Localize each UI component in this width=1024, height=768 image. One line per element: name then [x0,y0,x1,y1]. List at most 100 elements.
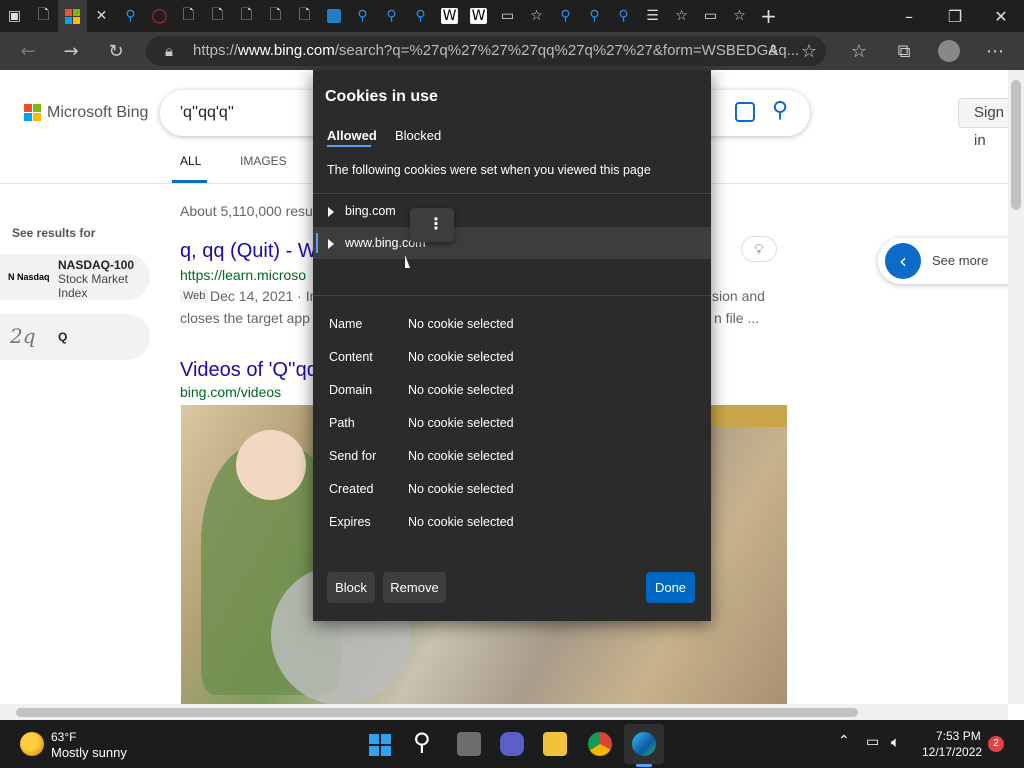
divider [313,295,711,296]
lightbulb-icon[interactable]: 💡︎ [741,236,777,262]
done-button[interactable]: Done [646,572,695,603]
tab-allowed[interactable]: Allowed [327,128,377,143]
search-icon[interactable]: ⚲ [772,98,788,123]
vertical-scroll-thumb[interactable] [1011,80,1021,210]
tab-search-7[interactable]: ⚲ [609,0,638,32]
result1-snippet-right1: sion and [712,288,765,304]
more-options-button[interactable]: ⋮ [410,208,454,242]
restore-button[interactable]: ❐ [932,0,978,32]
see-more-button[interactable]: ‹ See more [878,238,1008,284]
weather-desc[interactable]: Mostly sunny [51,745,127,760]
favorites-icon[interactable]: ☆ [844,36,874,66]
tab-media[interactable]: ▭ [493,0,522,32]
tab-search-5[interactable]: ⚲ [551,0,580,32]
task-view-icon[interactable] [457,732,481,756]
nasdaq-line2: Index [58,286,88,300]
volume-icon[interactable]: 🔈︎ [891,733,900,751]
tab-search-2[interactable]: ⚲ [348,0,377,32]
start-windows-icon[interactable] [369,734,391,756]
sign-in-button[interactable]: Sign in [958,98,1008,149]
tab-search-4[interactable]: ⚲ [406,0,435,32]
videos-url[interactable]: bing.com/videos [180,384,281,400]
nav-all[interactable]: ALL [180,154,201,168]
read-aloud-icon[interactable]: A [758,36,788,66]
tab-list[interactable]: ☰ [638,0,667,32]
tab-opera[interactable]: ◯ [145,0,174,32]
prop-created-value: No cookie selected [408,482,514,496]
domain-row-bing[interactable]: bing.com [313,195,711,227]
bing-brand[interactable]: Microsoft Bing [47,104,148,122]
teams-chat-icon[interactable] [500,732,524,756]
nav-images[interactable]: IMAGES [240,154,287,168]
close-window-button[interactable]: ✕ [978,0,1024,32]
tab-vs[interactable] [319,0,348,32]
domain-label: bing.com [345,204,396,218]
weather-temp[interactable]: 63°F [51,730,76,744]
tab-fav-1[interactable]: ☆ [522,0,551,32]
address-bar[interactable]: https://www.bing.com/search?q=%27q%27%27… [146,36,826,66]
tab-fav-3[interactable]: ☆ [725,0,754,32]
file-explorer-icon[interactable] [543,732,567,756]
tab-search-6[interactable]: ⚲ [580,0,609,32]
clock-time[interactable]: 7:53 PM [936,729,981,743]
collections-icon[interactable]: ⧉ [889,36,919,66]
search-icon[interactable]: ⚲ [413,728,431,756]
tab-fav-2[interactable]: ☆ [667,0,696,32]
expand-arrow-icon [328,207,334,217]
tab-media-2[interactable]: ▭ [696,0,725,32]
minimize-button[interactable]: – [886,0,932,32]
tab-wiki-1[interactable]: W [435,0,464,32]
domain-row-www-bing[interactable]: www.bing.com [313,227,711,259]
chevron-up-icon[interactable]: ⌃ [838,733,850,749]
active-app-indicator [636,764,652,767]
tab-page-5[interactable]: 🗋 [261,0,290,32]
profile-avatar[interactable] [934,36,964,66]
prop-content-label: Content [329,350,373,364]
q-card[interactable]: 2q Q [0,314,150,360]
tab-search-1[interactable]: ⚲ [116,0,145,32]
close-icon: ✕ [95,8,108,24]
result1-title[interactable]: q, qq (Quit) - W [180,240,317,263]
url-prefix: https:// [193,42,239,59]
tab-page-2[interactable]: 🗋 [174,0,203,32]
remove-button[interactable]: Remove [383,572,446,603]
more-menu-icon[interactable]: ⋯ [980,36,1010,66]
chrome-icon[interactable] [588,732,612,756]
nasdaq-card[interactable]: N Nasdaq NASDAQ-100 Stock Market Index [0,254,150,300]
tab-page-1[interactable]: 🗋 [29,0,58,32]
refresh-button[interactable]: ↻ [101,36,131,66]
tab-actions-button[interactable]: ▣ [0,0,29,32]
tab-page-3[interactable]: 🗋 [203,0,232,32]
vertical-scrollbar[interactable] [1008,70,1024,704]
notification-badge[interactable]: 2 [988,736,1004,752]
back-button[interactable]: ← [13,36,43,66]
tab-close-button[interactable]: ✕ [87,0,116,32]
prop-expires-label: Expires [329,515,371,529]
tab-page-6[interactable]: 🗋 [290,0,319,32]
tab-bing-active[interactable] [58,0,87,32]
result1-url[interactable]: https://learn.microso [180,267,306,283]
result1-snippet: closes the target app [180,310,310,326]
weather-sun-icon[interactable] [20,732,44,756]
clock-date[interactable]: 12/17/2022 [922,745,982,759]
videos-title[interactable]: Videos of 'Q''qq [180,359,318,382]
tab-page-4[interactable]: 🗋 [232,0,261,32]
new-tab-button[interactable]: + [754,0,783,32]
add-favorite-icon[interactable]: ☆ [794,36,824,66]
horizontal-scrollbar[interactable] [0,704,1008,720]
visual-search-icon[interactable] [735,102,755,122]
horizontal-scroll-thumb[interactable] [16,708,858,717]
tab-wiki-2[interactable]: W [464,0,493,32]
forward-button[interactable]: → [56,36,86,66]
block-button[interactable]: Block [327,572,375,603]
network-icon[interactable]: ▭ [866,734,879,750]
page-icon: 🗋 [211,7,224,23]
lock-icon[interactable]: 🔒︎ [154,36,184,66]
search-query[interactable]: 'q''qq'q'' [180,104,234,122]
tab-search-3[interactable]: ⚲ [377,0,406,32]
tab-blocked[interactable]: Blocked [395,128,441,143]
plus-icon: + [760,4,777,28]
ornament-border [711,405,787,427]
star-icon: ☆ [675,8,688,24]
edge-icon[interactable] [632,732,656,756]
